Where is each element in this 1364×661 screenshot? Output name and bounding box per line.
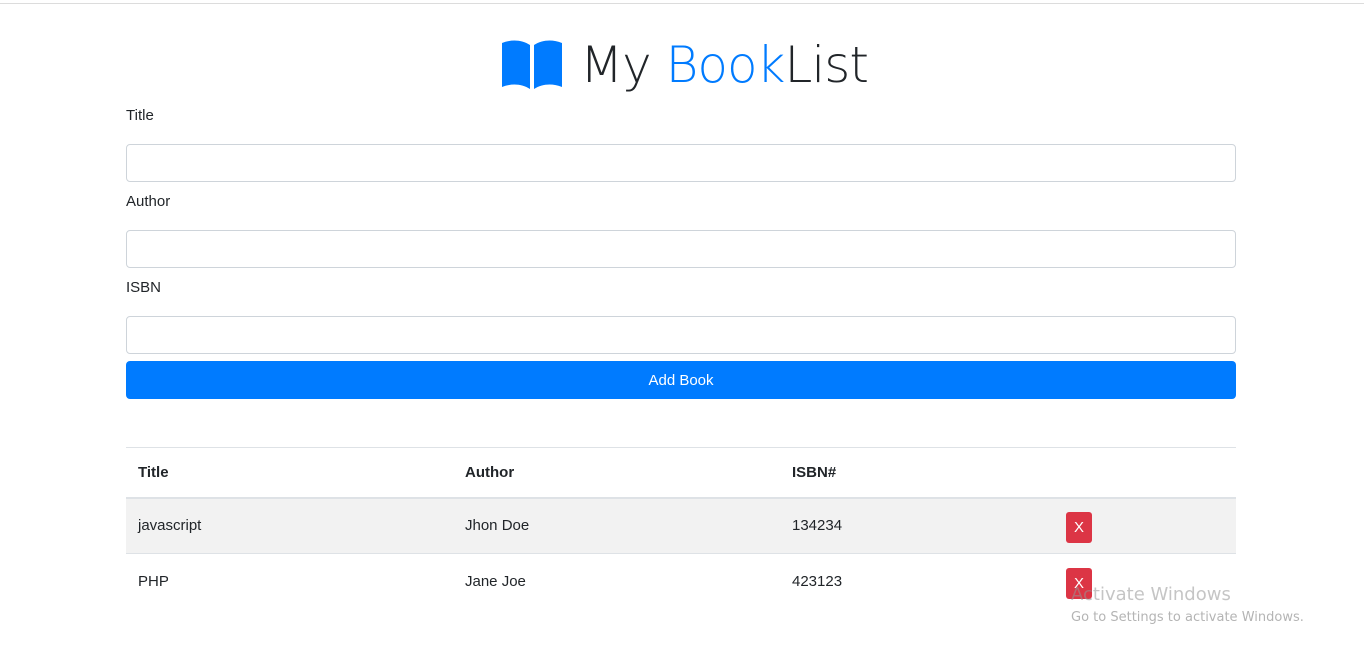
book-author-cell: Jane Joe — [453, 553, 780, 610]
author-form-group: Author — [126, 191, 1236, 268]
table-header-row: Title Author ISBN# — [126, 447, 1236, 499]
header-author: Author — [453, 447, 780, 499]
book-list-table: Title Author ISBN# javascript Jhon Doe 1… — [126, 447, 1236, 610]
table-row: PHP Jane Joe 423123 X — [126, 553, 1236, 610]
title-input[interactable] — [126, 144, 1236, 182]
book-isbn-cell: 423123 — [780, 553, 1054, 610]
watermark-subtitle: Go to Settings to activate Windows. — [1071, 610, 1304, 625]
add-book-button[interactable]: Add Book — [126, 361, 1236, 399]
header-isbn: ISBN# — [780, 447, 1054, 499]
book-actions-cell: X — [1054, 553, 1236, 610]
app-title-accent: Book — [665, 36, 786, 94]
title-label: Title — [126, 107, 154, 124]
app-title: My BookList — [580, 36, 869, 94]
isbn-label: ISBN — [126, 279, 162, 296]
delete-book-button[interactable]: X — [1066, 568, 1092, 600]
title-form-group: Title — [126, 105, 1236, 182]
header-title: Title — [126, 447, 453, 499]
author-input[interactable] — [126, 230, 1236, 268]
book-title-cell: PHP — [126, 553, 453, 610]
table-row: javascript Jhon Doe 134234 X — [126, 497, 1236, 554]
book-isbn-cell: 134234 — [780, 497, 1054, 554]
header-actions — [1054, 447, 1236, 499]
book-actions-cell: X — [1054, 497, 1236, 554]
delete-book-button[interactable]: X — [1066, 512, 1092, 544]
book-title-cell: javascript — [126, 497, 453, 554]
book-author-cell: Jhon Doe — [453, 497, 780, 554]
book-open-icon — [502, 40, 562, 89]
page-title: My BookList — [500, 30, 869, 100]
isbn-form-group: ISBN — [126, 277, 1236, 354]
author-label: Author — [126, 193, 171, 210]
book-list: javascript Jhon Doe 134234 X PHP Jane Jo… — [126, 497, 1236, 610]
isbn-input[interactable] — [126, 316, 1236, 354]
top-border — [0, 3, 1364, 4]
